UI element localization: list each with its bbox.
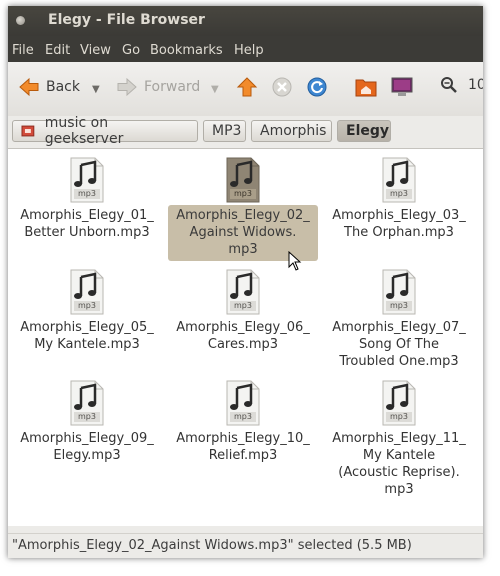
mp3-badge-label: mp3 bbox=[234, 412, 252, 421]
network-share-icon bbox=[21, 125, 35, 137]
crumb-music-on-geekserver[interactable]: music on geekserver bbox=[12, 115, 198, 147]
menu-view[interactable]: View bbox=[80, 43, 111, 58]
menu-go[interactable]: Go bbox=[122, 43, 140, 58]
file-name: Amorphis_Elegy_05_ My Kantele.mp3 bbox=[20, 320, 154, 352]
file-name: Amorphis_Elegy_09_ Elegy.mp3 bbox=[20, 431, 154, 463]
file-name: Amorphis_Elegy_01_ Better Unborn.mp3 bbox=[20, 208, 154, 240]
back-button[interactable]: Back bbox=[18, 76, 80, 98]
file-item[interactable]: mp3 Amorphis_Elegy_03_ The Orphan.mp3 bbox=[324, 157, 474, 244]
reload-icon bbox=[307, 77, 327, 97]
file-item[interactable]: mp3 Amorphis_Elegy_10_ Relief.mp3 bbox=[168, 380, 318, 467]
mp3-badge-label: mp3 bbox=[390, 189, 408, 198]
file-item[interactable]: mp3 Amorphis_Elegy_07_ Song Of The Troubl… bbox=[324, 269, 474, 373]
file-name: Amorphis_Elegy_07_ Song Of The Troubled … bbox=[332, 320, 466, 369]
file-item[interactable]: mp3 Amorphis_Elegy_05_ My Kantele.mp3 bbox=[12, 269, 162, 356]
back-label: Back bbox=[46, 79, 80, 95]
crumb-amorphis[interactable]: Amorphis bbox=[251, 120, 332, 142]
toolbar: Back ▼ Forward ▼ 10 bbox=[8, 62, 483, 116]
crumb-label: Elegy bbox=[346, 123, 390, 139]
audio-file-icon: mp3 bbox=[382, 269, 416, 315]
forward-arrow-icon bbox=[117, 77, 137, 97]
mouse-pointer-icon bbox=[288, 251, 302, 271]
up-button[interactable] bbox=[236, 76, 258, 98]
window-title: Elegy - File Browser bbox=[48, 12, 205, 28]
mp3-badge-label: mp3 bbox=[234, 301, 252, 310]
back-arrow-icon bbox=[19, 77, 39, 97]
status-text: "Amorphis_Elegy_02_Against Widows.mp3" s… bbox=[12, 538, 412, 553]
mp3-badge-label: mp3 bbox=[390, 412, 408, 421]
audio-file-icon: mp3 bbox=[382, 380, 416, 426]
file-name: Amorphis_Elegy_10_ Relief.mp3 bbox=[176, 431, 310, 463]
home-button[interactable] bbox=[354, 76, 378, 98]
file-icon-view[interactable]: mp3 Amorphis_Elegy_01_ Better Unborn.mp3 m… bbox=[8, 149, 483, 526]
audio-file-icon: mp3 bbox=[70, 269, 104, 315]
forward-label: Forward bbox=[144, 79, 201, 95]
zoom-control[interactable]: 10 bbox=[440, 76, 483, 94]
menu-bar: File Edit View Go Bookmarks Help bbox=[8, 36, 483, 62]
file-item[interactable]: mp3 Amorphis_Elegy_06_ Cares.mp3 bbox=[168, 269, 318, 356]
crumb-elegy[interactable]: Elegy bbox=[337, 120, 391, 142]
status-bar: "Amorphis_Elegy_02_Against Widows.mp3" s… bbox=[8, 533, 483, 558]
stop-button[interactable] bbox=[271, 76, 293, 98]
file-item[interactable]: mp3 Amorphis_Elegy_09_ Elegy.mp3 bbox=[12, 380, 162, 467]
file-item[interactable]: mp3 Amorphis_Elegy_02_ Against Widows. mp… bbox=[168, 157, 318, 261]
back-history-dropdown-icon[interactable]: ▼ bbox=[92, 84, 100, 95]
zoom-out-icon bbox=[441, 77, 457, 93]
computer-button[interactable] bbox=[390, 76, 414, 98]
crumb-label: MP3 bbox=[212, 123, 242, 139]
stop-icon bbox=[272, 77, 292, 97]
file-name: Amorphis_Elegy_11_ My Kantele (Acoustic … bbox=[332, 431, 466, 497]
reload-button[interactable] bbox=[306, 76, 328, 98]
audio-file-icon: mp3 bbox=[226, 380, 260, 426]
file-name: Amorphis_Elegy_03_ The Orphan.mp3 bbox=[332, 208, 466, 240]
forward-button[interactable]: Forward bbox=[116, 76, 200, 98]
mp3-badge-label: mp3 bbox=[78, 301, 96, 310]
file-name: Amorphis_Elegy_06_ Cares.mp3 bbox=[176, 320, 310, 352]
menu-help[interactable]: Help bbox=[234, 43, 264, 58]
window-close-icon[interactable] bbox=[16, 16, 25, 25]
audio-file-icon: mp3 bbox=[70, 157, 104, 203]
up-arrow-icon bbox=[236, 77, 258, 97]
menu-file[interactable]: File bbox=[12, 43, 34, 58]
crumb-mp3[interactable]: MP3 bbox=[203, 120, 246, 142]
file-browser-window: Elegy - File Browser File Edit View Go B… bbox=[8, 6, 483, 558]
mp3-badge-label: mp3 bbox=[234, 189, 252, 198]
menu-edit[interactable]: Edit bbox=[45, 43, 70, 58]
location-pathbar: music on geekserver MP3 Amorphis Elegy bbox=[8, 115, 483, 149]
file-item[interactable]: mp3 Amorphis_Elegy_11_ My Kantele (Acoust… bbox=[324, 380, 474, 501]
forward-history-dropdown-icon[interactable]: ▼ bbox=[211, 84, 219, 95]
audio-file-icon: mp3 bbox=[226, 269, 260, 315]
audio-file-icon: mp3 bbox=[226, 157, 260, 203]
crumb-label: Amorphis bbox=[260, 123, 327, 139]
mp3-badge-label: mp3 bbox=[390, 301, 408, 310]
home-folder-icon bbox=[355, 79, 377, 97]
title-bar: Elegy - File Browser bbox=[8, 6, 483, 36]
menu-bookmarks[interactable]: Bookmarks bbox=[150, 43, 223, 58]
crumb-label: music on geekserver bbox=[44, 115, 124, 147]
mp3-badge-label: mp3 bbox=[78, 412, 96, 421]
mp3-badge-label: mp3 bbox=[78, 189, 96, 198]
file-item[interactable]: mp3 Amorphis_Elegy_01_ Better Unborn.mp3 bbox=[12, 157, 162, 244]
audio-file-icon: mp3 bbox=[382, 157, 416, 203]
computer-monitor-icon bbox=[391, 77, 413, 96]
audio-file-icon: mp3 bbox=[70, 380, 104, 426]
zoom-level: 10 bbox=[468, 77, 483, 93]
